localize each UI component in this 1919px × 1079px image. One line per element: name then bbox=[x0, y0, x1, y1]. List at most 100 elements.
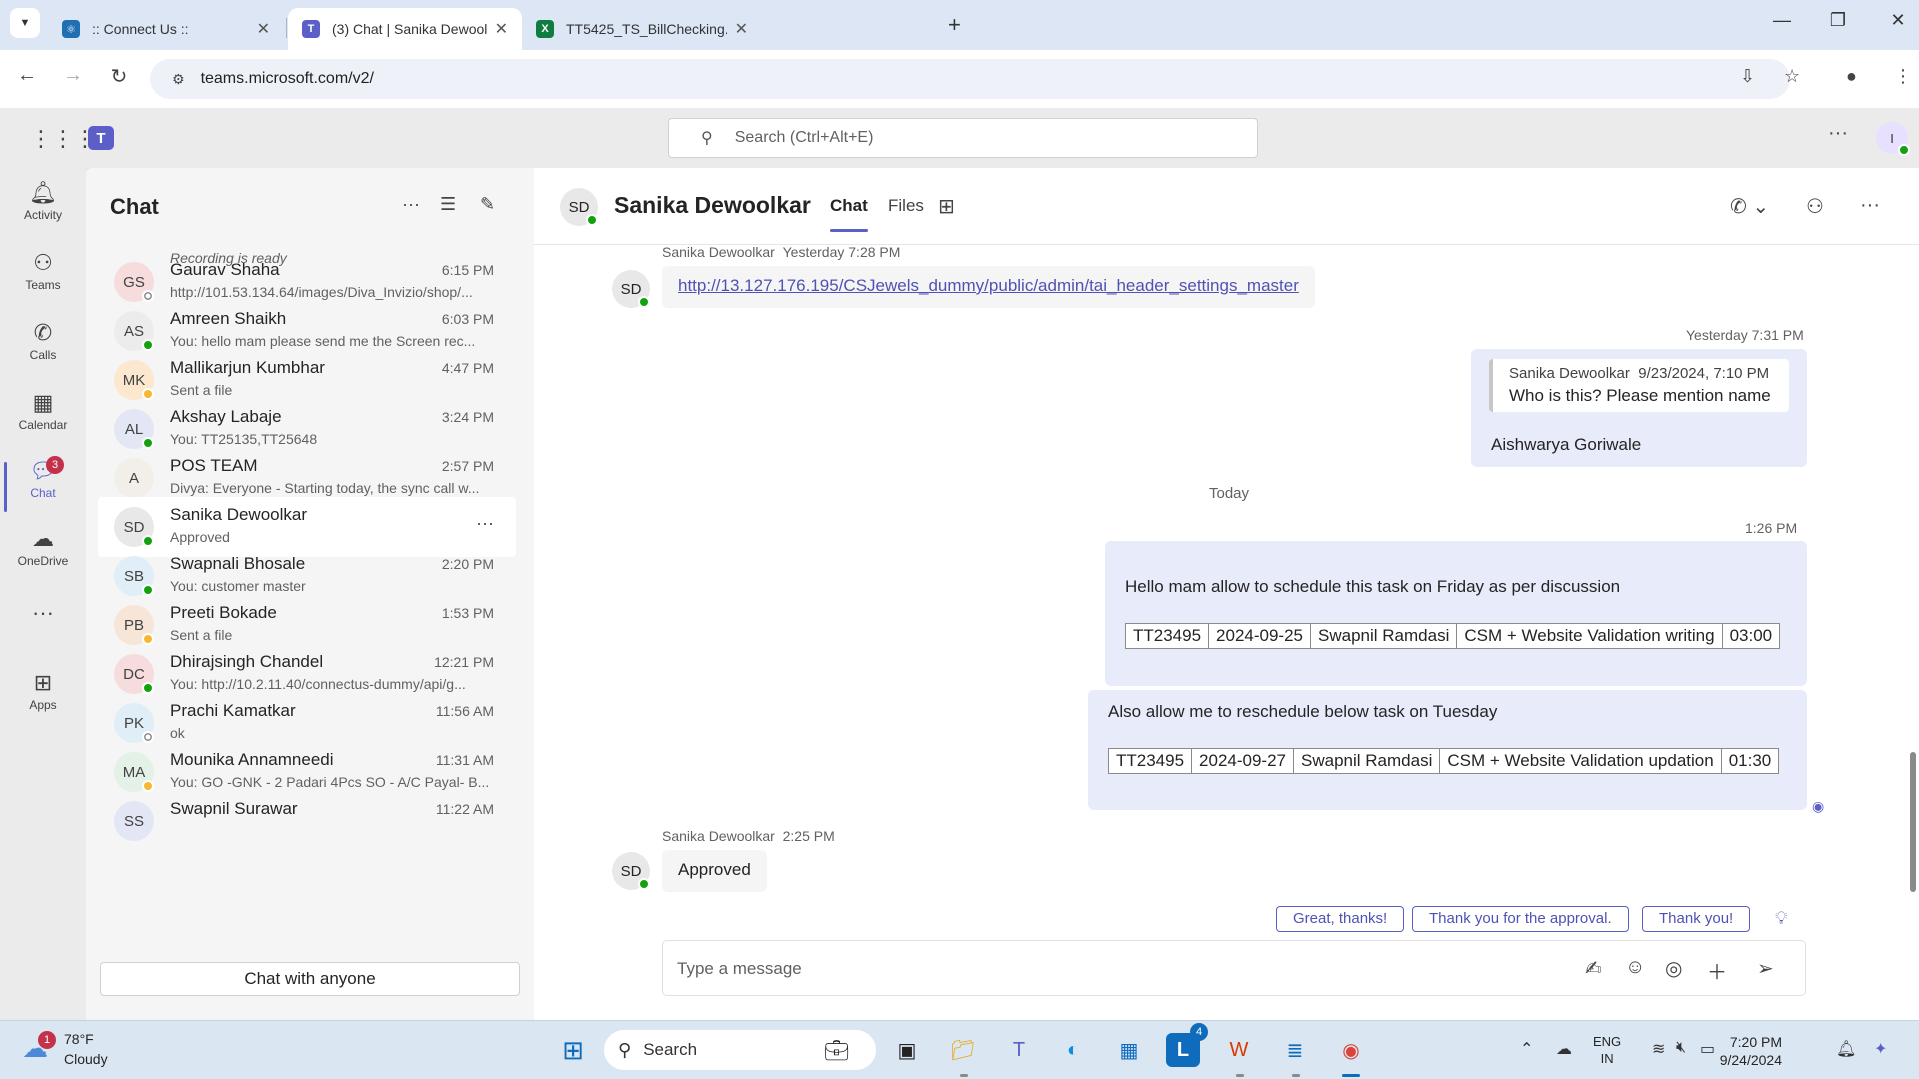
copilot-icon[interactable]: ✦ bbox=[1874, 1039, 1887, 1059]
loop-icon[interactable]: ◎ bbox=[1665, 956, 1682, 981]
suggested-reply-button[interactable]: Thank you for the approval. bbox=[1412, 906, 1629, 932]
close-icon[interactable]: ✕ bbox=[495, 19, 508, 39]
message-link[interactable]: http://13.127.176.195/CSJewels_dummy/pub… bbox=[678, 276, 1299, 295]
taskbar-search[interactable]: ⚲ Search 💼︎ bbox=[604, 1030, 876, 1070]
chat-list-scroll[interactable]: Recording is ready GS Gaurav Shaha http://… bbox=[92, 244, 528, 950]
browser-tab-excel[interactable]: X TT5425_TS_BillChecking.xlsx ✕ bbox=[522, 8, 762, 50]
reload-icon[interactable]: ↻ bbox=[104, 64, 134, 89]
close-icon[interactable]: ✕ bbox=[735, 19, 748, 39]
task-view-icon[interactable]: ▣ bbox=[890, 1033, 924, 1067]
weather-desc[interactable]: Cloudy bbox=[64, 1051, 108, 1067]
notepad-icon[interactable]: ≣ bbox=[1278, 1033, 1312, 1067]
system-clock[interactable]: 7:20 PM 9/24/2024 bbox=[1712, 1033, 1782, 1069]
lightbulb-icon[interactable]: 💡︎ bbox=[1775, 908, 1788, 929]
call-phone-icon[interactable]: ✆ ⌄ bbox=[1730, 194, 1769, 219]
settings-more-icon[interactable]: ··· bbox=[1828, 122, 1848, 145]
tab-search-dropdown[interactable]: ▼ bbox=[10, 8, 40, 38]
rail-item-calendar[interactable]: ▦ Calendar bbox=[0, 388, 86, 450]
wps-office-icon[interactable]: W bbox=[1222, 1033, 1256, 1067]
rail-item-apps[interactable]: ⊞ Apps bbox=[0, 668, 86, 730]
close-window-button[interactable]: ✕ bbox=[1878, 10, 1918, 31]
sender-avatar[interactable]: SD bbox=[612, 270, 650, 308]
task-table: TT23495 2024-09-27 Swapnil Ramdasi CSM +… bbox=[1107, 748, 1780, 774]
send-icon[interactable]: ➢ bbox=[1757, 956, 1774, 981]
bookmark-star-icon[interactable]: ☆ bbox=[1784, 66, 1800, 87]
quoted-reply[interactable]: Sanika Dewoolkar 9/23/2024, 7:10 PM Who … bbox=[1489, 359, 1789, 412]
rail-item-chat[interactable]: 💬︎ 3 Chat bbox=[0, 456, 86, 518]
rail-item-more[interactable]: ··· bbox=[0, 598, 86, 660]
sender-avatar[interactable]: SD bbox=[612, 852, 650, 890]
chat-item-more-icon[interactable]: ··· bbox=[476, 513, 494, 534]
forward-arrow-icon[interactable]: → bbox=[58, 64, 88, 87]
chat-with-anyone-button[interactable]: Chat with anyone bbox=[100, 962, 520, 996]
file-explorer-icon[interactable]: 📁︎ bbox=[946, 1033, 980, 1067]
edge-icon[interactable]: ◐ bbox=[1056, 1033, 1090, 1067]
address-bar[interactable]: ⚙ teams.microsoft.com/v2/ bbox=[150, 59, 1790, 99]
tray-overflow-chevron-icon[interactable]: ⌃ bbox=[1520, 1039, 1533, 1059]
plus-icon[interactable]: ＋ bbox=[1707, 956, 1727, 985]
language-indicator[interactable]: ENG IN bbox=[1593, 1033, 1621, 1067]
search-icon: ⚲ bbox=[701, 130, 713, 147]
new-tab-button[interactable]: + bbox=[948, 12, 961, 38]
teams-header: ⋮⋮⋮ T ⚲ Search (Ctrl+Alt+E) ··· I bbox=[0, 108, 1919, 168]
app-launcher-icon[interactable]: ⋮⋮⋮ bbox=[30, 126, 96, 152]
add-tab-icon[interactable]: ⊞ bbox=[938, 194, 955, 219]
browser-toolbar: ← → ↻ ⚙ teams.microsoft.com/v2/ ⇩ ☆ ● ⋮ bbox=[0, 50, 1919, 108]
teams-search-input[interactable]: ⚲ Search (Ctrl+Alt+E) bbox=[668, 118, 1258, 158]
apps-plus-icon: ⊞ bbox=[33, 670, 53, 695]
cloud-sync-icon[interactable]: ☁ bbox=[1556, 1039, 1572, 1059]
message-input[interactable] bbox=[677, 955, 1537, 983]
install-app-icon[interactable]: ⇩ bbox=[1740, 66, 1755, 87]
format-icon[interactable]: ✍ bbox=[1585, 956, 1602, 981]
rail-item-activity[interactable]: 🔔︎ Activity bbox=[0, 178, 86, 240]
weather-temp[interactable]: 78°F bbox=[64, 1031, 94, 1047]
add-people-icon[interactable]: ⚇ bbox=[1806, 194, 1824, 219]
minimize-button[interactable]: — bbox=[1762, 10, 1802, 31]
browser-tab-teams[interactable]: T (3) Chat | Sanika Dewoolkar | Microsof… bbox=[288, 8, 522, 50]
suggested-reply-button[interactable]: Great, thanks! bbox=[1276, 906, 1405, 932]
running-indicator bbox=[1292, 1074, 1300, 1077]
chat-item-name: Preeti Bokade bbox=[170, 603, 277, 622]
rail-item-calls[interactable]: ✆ Calls bbox=[0, 318, 86, 380]
rail-item-teams[interactable]: ⚇ Teams bbox=[0, 248, 86, 310]
teams-taskbar-icon[interactable]: T bbox=[1002, 1033, 1036, 1067]
browser-menu-icon[interactable]: ⋮ bbox=[1894, 66, 1912, 87]
task-table: TT23495 2024-09-25 Swapnil Ramdasi CSM +… bbox=[1124, 623, 1781, 649]
wifi-icon[interactable]: ≋ bbox=[1652, 1039, 1665, 1059]
contact-name[interactable]: Sanika Dewoolkar bbox=[614, 192, 811, 219]
weather-alert-badge: 1 bbox=[38, 1031, 56, 1049]
chrome-icon[interactable]: ◉ bbox=[1334, 1033, 1368, 1067]
contact-avatar[interactable]: SD bbox=[560, 188, 598, 226]
chat-item-name: Akshay Labaje bbox=[170, 407, 282, 426]
avatar: MK bbox=[114, 360, 154, 400]
chat-item-name: Swapnil Surawar bbox=[170, 799, 298, 818]
conversation-scrollbar[interactable] bbox=[1910, 752, 1916, 892]
rail-item-onedrive[interactable]: ☁ OneDrive bbox=[0, 524, 86, 586]
new-chat-icon[interactable]: ✎ bbox=[480, 194, 495, 215]
chat-item-time: 11:56 AM bbox=[435, 703, 494, 719]
store-icon[interactable]: ▦ bbox=[1112, 1033, 1146, 1067]
more-options-icon[interactable]: ··· bbox=[402, 194, 420, 215]
back-arrow-icon[interactable]: ← bbox=[12, 64, 42, 87]
profile-icon[interactable]: ● bbox=[1846, 66, 1857, 87]
user-avatar[interactable]: I bbox=[1876, 122, 1910, 156]
chat-item-preview: http://101.53.134.64/images/Diva_Invizio… bbox=[170, 284, 473, 300]
close-icon[interactable]: ✕ bbox=[257, 19, 270, 39]
emoji-icon[interactable]: ☺ bbox=[1625, 956, 1645, 979]
restore-button[interactable]: ❐ bbox=[1818, 10, 1858, 31]
notification-bell-icon[interactable]: 🔔︎ bbox=[1836, 1039, 1856, 1059]
tab-chat[interactable]: Chat bbox=[830, 196, 868, 232]
chat-item-name: Dhirajsingh Chandel bbox=[170, 652, 324, 671]
suggested-reply-button[interactable]: Thank you! bbox=[1642, 906, 1751, 932]
volume-muted-icon[interactable]: 🔇︎ bbox=[1676, 1039, 1686, 1057]
windows-start-icon[interactable]: ⊞ bbox=[556, 1033, 590, 1067]
filter-icon[interactable]: ☰ bbox=[440, 194, 456, 215]
chat-list-item[interactable]: SS Swapnil Surawar 11:22 AM bbox=[98, 791, 516, 851]
avatar: SD bbox=[114, 507, 154, 547]
tab-files[interactable]: Files bbox=[888, 196, 924, 216]
app-rail: 🔔︎ Activity ⚇ Teams ✆ Calls ▦ Calendar 💬… bbox=[0, 168, 86, 1020]
conversation-more-icon[interactable]: ··· bbox=[1860, 194, 1880, 217]
browser-tab-connectus[interactable]: ⚛ :: Connect Us :: ✕ bbox=[48, 8, 284, 50]
site-settings-icon[interactable]: ⚙ bbox=[172, 71, 185, 88]
message-bubble-incoming: http://13.127.176.195/CSJewels_dummy/pub… bbox=[662, 266, 1315, 308]
